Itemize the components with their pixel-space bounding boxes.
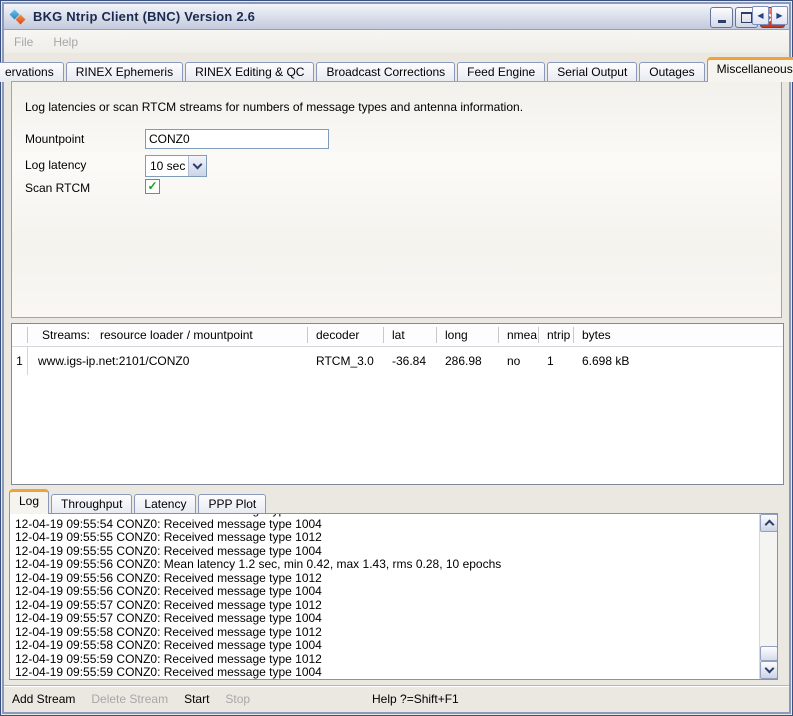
tab-scroll-buttons: ◀ ▶ [752, 6, 788, 25]
minimize-icon [718, 20, 726, 23]
mountpoint-label: Mountpoint [25, 132, 84, 146]
panel-description: Log latencies or scan RTCM streams for n… [25, 100, 523, 114]
stop-button: Stop [225, 692, 250, 706]
tab-log[interactable]: Log [9, 489, 49, 514]
menu-bar: FileHelp [4, 30, 789, 53]
log-line: 12-04-19 09:55:55 CONZ0: Received messag… [15, 531, 759, 545]
log-line: 12-04-19 09:55:56 CONZ0: Mean latency 1.… [15, 558, 759, 572]
table-row[interactable]: 1www.igs-ip.net:2101/CONZ0RTCM_3.0-36.84… [12, 347, 783, 375]
cell-5: no [499, 354, 539, 368]
column-header-lat[interactable]: lat [384, 327, 437, 343]
tab-throughput[interactable]: Throughput [51, 494, 132, 514]
main-tabstrip-tabs: ervationsRINEX EphemerisRINEX Editing & … [8, 57, 793, 82]
column-header-decoder[interactable]: decoder [308, 327, 384, 343]
app-icon [10, 9, 27, 25]
column-header-bytes[interactable]: bytes [574, 327, 783, 343]
delete-stream-button: Delete Stream [91, 692, 168, 706]
log-line: 12-04-19 09:55:56 CONZ0: Received messag… [15, 572, 759, 586]
column-header-nmea[interactable]: nmea [499, 327, 539, 343]
cell-2: RTCM_3.0 [308, 354, 384, 368]
column-header-streams-resource-loader-mountpoint[interactable]: Streams: resource loader / mountpoint [28, 327, 308, 343]
tab-scroll-left-icon: ◀ [757, 11, 763, 20]
app-window: BKG Ntrip Client (BNC) Version 2.6 ✕ Fil… [0, 0, 793, 716]
log-latency-select[interactable]: 10 sec [145, 155, 207, 177]
start-button[interactable]: Start [184, 692, 209, 706]
tab-feed-engine[interactable]: Feed Engine [457, 62, 545, 82]
scroll-up-button[interactable] [760, 514, 778, 532]
mountpoint-input[interactable] [145, 129, 329, 149]
streams-table: Streams: resource loader / mountpointdec… [11, 323, 784, 485]
log-line: 12-04-19 09:55:54 CONZ0: Received messag… [15, 518, 759, 532]
scrollbar-thumb[interactable] [760, 646, 778, 661]
cell-1: www.igs-ip.net:2101/CONZ0 [28, 354, 308, 368]
title-bar[interactable]: BKG Ntrip Client (BNC) Version 2.6 ✕ [4, 4, 789, 30]
menu-item-file[interactable]: File [4, 35, 43, 49]
tab-scroll-left-button[interactable]: ◀ [752, 6, 769, 25]
scroll-down-button[interactable] [760, 661, 778, 679]
cell-6: 1 [539, 354, 574, 368]
window-title: BKG Ntrip Client (BNC) Version 2.6 [33, 9, 255, 24]
maximize-icon [741, 12, 752, 23]
log-line: 12-04-19 09:55:58 CONZ0: Received messag… [15, 639, 759, 653]
streams-rows: 1www.igs-ip.net:2101/CONZ0RTCM_3.0-36.84… [12, 347, 783, 375]
streams-header-row: Streams: resource loader / mountpointdec… [12, 324, 783, 347]
log-line: 12-04-19 09:55:57 CONZ0: Received messag… [15, 612, 759, 626]
minimize-button[interactable] [710, 7, 733, 28]
column-header-long[interactable]: long [437, 327, 499, 343]
cell-7: 6.698 kB [574, 354, 783, 368]
menu-item-help[interactable]: Help [43, 35, 88, 49]
column-header-row-number[interactable] [12, 327, 28, 343]
main-tabstrip: ervationsRINEX EphemerisRINEX Editing & … [4, 58, 789, 82]
check-icon: ✓ [147, 180, 157, 192]
log-output-panel[interactable]: 12-04-19 09:55:54 CONZ0: Received messag… [9, 513, 778, 680]
log-line: 12-04-19 09:55:59 CONZ0: Received messag… [15, 653, 759, 667]
tab-rinex-editing-qc[interactable]: RINEX Editing & QC [185, 62, 314, 82]
miscellaneous-panel: Log latencies or scan RTCM streams for n… [11, 81, 782, 318]
tab-scroll-right-icon: ▶ [776, 11, 782, 20]
bottom-action-bar: Add Stream Delete Stream Start Stop Help ?=S… [4, 685, 789, 712]
log-line: 12-04-19 09:55:59 CONZ0: Received messag… [15, 666, 759, 679]
cell-4: 286.98 [437, 354, 499, 368]
log-latency-label: Log latency [25, 158, 86, 172]
scan-rtcm-label: Scan RTCM [25, 181, 90, 195]
log-line: 12-04-19 09:55:57 CONZ0: Received messag… [15, 599, 759, 613]
tab-miscellaneous[interactable]: Miscellaneous [707, 57, 793, 82]
log-line: 12-04-19 09:55:55 CONZ0: Received messag… [15, 545, 759, 559]
tab-ppp-plot[interactable]: PPP Plot [198, 494, 266, 514]
help-shortcut-label: Help ?=Shift+F1 [372, 692, 459, 706]
log-line: 12-04-19 09:55:56 CONZ0: Received messag… [15, 585, 759, 599]
chevron-down-icon [193, 160, 203, 170]
add-stream-button[interactable]: Add Stream [12, 692, 75, 706]
tab-scroll-right-button[interactable]: ▶ [771, 6, 788, 25]
chevron-down-icon [764, 664, 774, 674]
log-lines: 12-04-19 09:55:54 CONZ0: Received messag… [10, 514, 759, 679]
cell-0: 1 [12, 347, 28, 375]
combo-dropdown-button[interactable] [188, 156, 206, 176]
column-header-ntrip[interactable]: ntrip [539, 327, 574, 343]
chevron-up-icon [764, 520, 774, 530]
log-scrollbar[interactable] [759, 514, 777, 679]
log-tabstrip: LogThroughputLatencyPPP Plot [9, 490, 268, 514]
tab-latency[interactable]: Latency [134, 494, 196, 514]
tab-rinex-ephemeris[interactable]: RINEX Ephemeris [66, 62, 183, 82]
tab-serial-output[interactable]: Serial Output [547, 62, 637, 82]
log-line: 12-04-19 09:55:58 CONZ0: Received messag… [15, 626, 759, 640]
tab-ervations[interactable]: ervations [0, 62, 64, 82]
scan-rtcm-checkbox[interactable]: ✓ [145, 179, 160, 194]
tab-outages[interactable]: Outages [639, 62, 704, 82]
cell-3: -36.84 [384, 354, 437, 368]
tab-broadcast-corrections[interactable]: Broadcast Corrections [316, 62, 455, 82]
log-latency-value: 10 sec [150, 159, 185, 173]
